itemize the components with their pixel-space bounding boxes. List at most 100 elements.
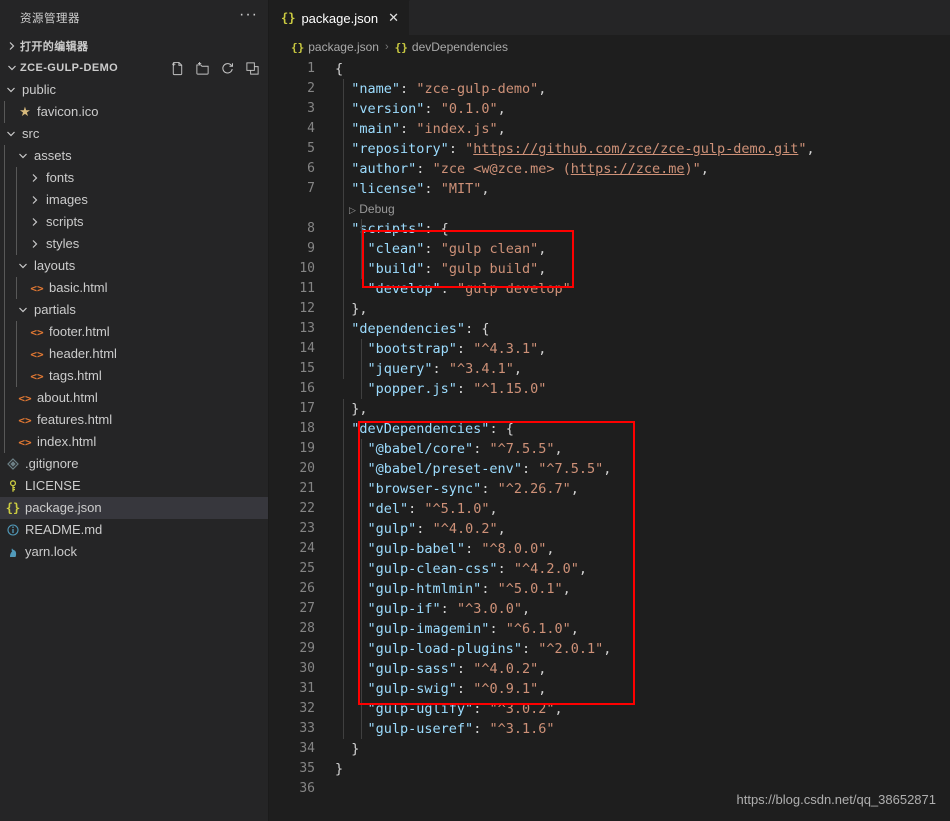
json-punctuation: : bbox=[481, 581, 498, 597]
chevron-right-icon[interactable] bbox=[28, 170, 42, 186]
tree-item-header-html[interactable]: <> header.html bbox=[0, 343, 268, 365]
code-line[interactable]: "del": "^5.1.0", bbox=[335, 499, 950, 519]
html-icon: <> bbox=[30, 281, 44, 295]
chevron-down-icon[interactable] bbox=[16, 302, 30, 318]
code-line[interactable]: "gulp-imagemin": "^6.1.0", bbox=[335, 619, 950, 639]
code-line[interactable]: { bbox=[335, 59, 950, 79]
tree-item-favicon-ico[interactable]: ★ favicon.ico bbox=[0, 101, 268, 123]
code-line[interactable]: } bbox=[335, 759, 950, 779]
code-line[interactable]: }, bbox=[335, 299, 950, 319]
code-line[interactable]: "@babel/preset-env": "^7.5.5", bbox=[335, 459, 950, 479]
collapse-all-icon[interactable] bbox=[244, 60, 260, 76]
code-line[interactable]: "popper.js": "^1.15.0" bbox=[335, 379, 950, 399]
code-line[interactable]: "gulp-if": "^3.0.0", bbox=[335, 599, 950, 619]
json-icon: {} bbox=[281, 11, 296, 25]
tree-item-features-html[interactable]: <> features.html bbox=[0, 409, 268, 431]
json-punctuation: : bbox=[456, 661, 474, 677]
tree-item-scripts[interactable]: scripts bbox=[0, 211, 268, 233]
code-line[interactable]: "main": "index.js", bbox=[335, 119, 950, 139]
new-file-icon[interactable] bbox=[169, 60, 185, 76]
tree-item-license[interactable]: LICENSE bbox=[0, 475, 268, 497]
chevron-down-icon[interactable] bbox=[16, 258, 30, 274]
new-folder-icon[interactable] bbox=[194, 60, 210, 76]
code-line[interactable]: } bbox=[335, 739, 950, 759]
code-line[interactable]: "gulp-sass": "^4.0.2", bbox=[335, 659, 950, 679]
code-line[interactable]: "jquery": "^3.4.1", bbox=[335, 359, 950, 379]
code-line[interactable]: "bootstrap": "^4.3.1", bbox=[335, 339, 950, 359]
chevron-down-icon[interactable] bbox=[4, 82, 18, 98]
code-line[interactable]: "devDependencies": { bbox=[335, 419, 950, 439]
line-number: 16 bbox=[299, 381, 315, 396]
code-line[interactable]: "gulp-swig": "^0.9.1", bbox=[335, 679, 950, 699]
code-line[interactable]: "gulp-clean-css": "^4.2.0", bbox=[335, 559, 950, 579]
chevron-right-icon[interactable] bbox=[28, 236, 42, 252]
code-line[interactable]: "build": "gulp build", bbox=[335, 259, 950, 279]
code-line[interactable]: "gulp": "^4.0.2", bbox=[335, 519, 950, 539]
breadcrumb-symbol[interactable]: devDependencies bbox=[412, 40, 508, 54]
indent-guide bbox=[16, 211, 28, 233]
refresh-icon[interactable] bbox=[219, 60, 235, 76]
breadcrumb-file[interactable]: package.json bbox=[308, 40, 379, 54]
code-line[interactable]: "name": "zce-gulp-demo", bbox=[335, 79, 950, 99]
tree-item-partials[interactable]: partials bbox=[0, 299, 268, 321]
code-editor[interactable]: 1234567 8 9 10 11 12 13 14 15 16 17 18 19 20 21 22 23 24… bbox=[269, 59, 950, 821]
json-key: "gulp" bbox=[367, 521, 417, 537]
code-line[interactable]: "browser-sync": "^2.26.7", bbox=[335, 479, 950, 499]
code-line[interactable]: "gulp-babel": "^8.0.0", bbox=[335, 539, 950, 559]
code-line[interactable]: "@babel/core": "^7.5.5", bbox=[335, 439, 950, 459]
indent-guide bbox=[16, 277, 28, 299]
chevron-down-icon[interactable] bbox=[16, 148, 30, 164]
tree-item-label: images bbox=[46, 192, 88, 207]
indent-guide bbox=[4, 145, 16, 167]
json-key: "popper.js" bbox=[367, 381, 457, 397]
key-icon bbox=[4, 478, 22, 494]
json-link[interactable]: https://zce.me bbox=[571, 161, 685, 177]
tree-item-fonts[interactable]: fonts bbox=[0, 167, 268, 189]
code-line[interactable]: "clean": "gulp clean", bbox=[335, 239, 950, 259]
tree-item-src[interactable]: src bbox=[0, 123, 268, 145]
tree-item-styles[interactable]: styles bbox=[0, 233, 268, 255]
json-link[interactable]: https://github.com/zce/zce-gulp-demo.git bbox=[473, 141, 798, 157]
code-line[interactable]: "author": "zce <w@zce.me> (https://zce.m… bbox=[335, 159, 950, 179]
close-icon[interactable]: ✕ bbox=[388, 10, 399, 26]
line-number: 26 bbox=[299, 581, 315, 596]
tree-item-package-json[interactable]: {} package.json bbox=[0, 497, 268, 519]
json-string: )" bbox=[684, 161, 701, 177]
section-open-editors[interactable]: 打开的编辑器 bbox=[0, 35, 268, 57]
tab-package-json[interactable]: {} package.json ✕ bbox=[269, 0, 410, 35]
code-line[interactable]: "develop": "gulp develop" bbox=[335, 279, 950, 299]
code-line[interactable]: "gulp-load-plugins": "^2.0.1", bbox=[335, 639, 950, 659]
chevron-right-icon[interactable] bbox=[28, 214, 42, 230]
section-project-root[interactable]: ZCE-GULP-DEMO bbox=[0, 57, 268, 79]
chevron-right-icon[interactable] bbox=[28, 192, 42, 208]
tree-item-assets[interactable]: assets bbox=[0, 145, 268, 167]
tree-item-layouts[interactable]: layouts bbox=[0, 255, 268, 277]
tree-item-label: LICENSE bbox=[25, 478, 81, 493]
line-number: 7 bbox=[307, 181, 315, 196]
code-line[interactable]: "license": "MIT", bbox=[335, 179, 950, 199]
tree-item-index-html[interactable]: <> index.html bbox=[0, 431, 268, 453]
code-line[interactable]: "gulp-useref": "^3.1.6" bbox=[335, 719, 950, 739]
code-line[interactable]: "gulp-htmlmin": "^5.0.1", bbox=[335, 579, 950, 599]
tree-item-public[interactable]: public bbox=[0, 79, 268, 101]
tree-item-footer-html[interactable]: <> footer.html bbox=[0, 321, 268, 343]
tree-item--gitignore[interactable]: .gitignore bbox=[0, 453, 268, 475]
json-string: "^4.3.1" bbox=[473, 341, 539, 357]
code-line[interactable]: }, bbox=[335, 399, 950, 419]
tree-item-tags-html[interactable]: <> tags.html bbox=[0, 365, 268, 387]
code-line[interactable]: "scripts": { bbox=[335, 219, 950, 239]
tree-item-images[interactable]: images bbox=[0, 189, 268, 211]
chevron-down-icon[interactable] bbox=[4, 126, 18, 142]
codelens-debug[interactable]: ▷ Debug bbox=[335, 199, 950, 219]
info-icon bbox=[4, 522, 22, 538]
tree-item-readme-md[interactable]: README.md bbox=[0, 519, 268, 541]
json-punctuation: : bbox=[424, 181, 441, 197]
code-line[interactable]: "dependencies": { bbox=[335, 319, 950, 339]
tree-item-basic-html[interactable]: <> basic.html bbox=[0, 277, 268, 299]
code-line[interactable]: "repository": "https://github.com/zce/zc… bbox=[335, 139, 950, 159]
code-line[interactable]: "version": "0.1.0", bbox=[335, 99, 950, 119]
tree-item-about-html[interactable]: <> about.html bbox=[0, 387, 268, 409]
more-actions-icon[interactable]: ··· bbox=[239, 6, 258, 26]
tree-item-yarn-lock[interactable]: yarn.lock bbox=[0, 541, 268, 563]
code-line[interactable]: "gulp-uglify": "^3.0.2", bbox=[335, 699, 950, 719]
